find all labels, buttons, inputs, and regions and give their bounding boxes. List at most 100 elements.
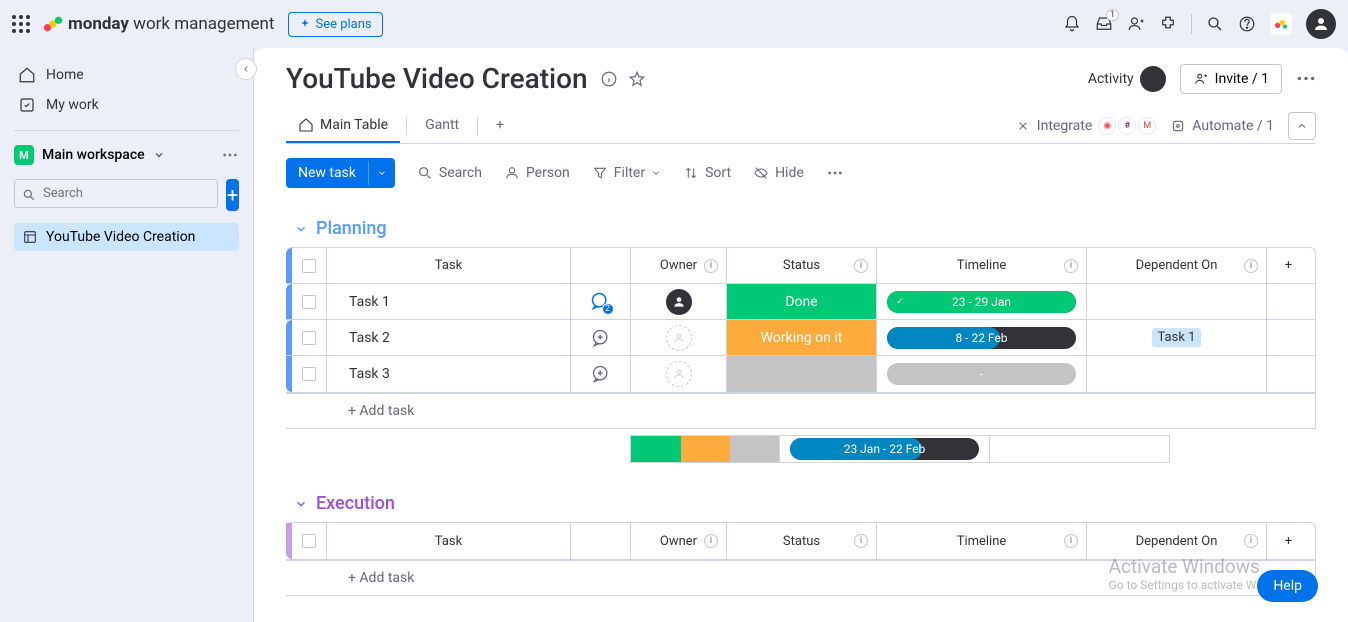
add-conversation-icon[interactable]: [591, 364, 611, 384]
owner-empty[interactable]: [666, 325, 692, 351]
inbox-icon[interactable]: 1: [1095, 15, 1113, 33]
owner-avatar[interactable]: [666, 289, 692, 315]
toolbar-search[interactable]: Search: [417, 165, 482, 181]
info-icon[interactable]: i: [1244, 534, 1258, 548]
integrate-button[interactable]: Integrate ◉#M: [1015, 117, 1157, 135]
row-checkbox[interactable]: [292, 320, 326, 355]
column-task[interactable]: Task: [326, 248, 570, 283]
summary-timeline[interactable]: 23 Jan - 22 Feb: [780, 435, 990, 463]
help-button[interactable]: Help: [1257, 570, 1318, 602]
activity-button[interactable]: Activity: [1088, 66, 1166, 92]
view-tabs: Main Table Gantt + Integrate ◉#M: [286, 109, 1316, 144]
header-checkbox-cell[interactable]: [292, 248, 326, 283]
cell-spacer: [1266, 320, 1310, 355]
owner-empty[interactable]: [666, 361, 692, 387]
toolbar-person[interactable]: Person: [504, 165, 570, 181]
task-name-cell[interactable]: Task 1: [326, 284, 570, 319]
info-icon[interactable]: i: [704, 534, 718, 548]
column-status[interactable]: Statusi: [726, 523, 876, 559]
search-everything-icon[interactable]: [1206, 15, 1224, 33]
apps-menu-icon[interactable]: [12, 15, 30, 33]
toolbar-hide[interactable]: Hide: [753, 165, 804, 181]
status-cell[interactable]: Done: [727, 284, 876, 319]
toolbar-filter[interactable]: Filter: [592, 165, 661, 181]
dependent-cell[interactable]: [1086, 284, 1266, 319]
chevron-down-icon: [153, 149, 165, 161]
star-icon[interactable]: [628, 70, 646, 88]
add-column-button[interactable]: +: [1266, 248, 1310, 283]
add-task-row[interactable]: + Add task: [286, 560, 1316, 596]
info-icon[interactable]: i: [704, 259, 718, 273]
summary-status[interactable]: [630, 435, 780, 463]
info-icon[interactable]: [600, 70, 618, 88]
column-timeline[interactable]: Timelinei: [876, 248, 1086, 283]
more-icon[interactable]: [221, 153, 239, 157]
apps-marketplace-icon[interactable]: [1159, 15, 1177, 33]
new-task-button[interactable]: New task: [286, 158, 395, 188]
add-item-button[interactable]: +: [226, 179, 239, 211]
tab-add[interactable]: +: [484, 109, 516, 143]
toolbar-sort[interactable]: Sort: [683, 165, 731, 181]
board-more-icon[interactable]: [1296, 76, 1316, 81]
workspace-name: Main workspace: [42, 147, 145, 163]
status-cell[interactable]: Working on it: [727, 320, 876, 355]
info-icon[interactable]: i: [1064, 534, 1078, 548]
invite-icon: [1193, 71, 1209, 87]
sidebar-collapse-button[interactable]: [235, 58, 257, 80]
info-icon[interactable]: i: [854, 259, 868, 273]
divider: [14, 130, 239, 131]
column-owner[interactable]: Owneri: [630, 248, 726, 283]
nav-mywork[interactable]: My work: [14, 90, 239, 120]
conversation-icon[interactable]: 2: [590, 291, 612, 313]
toolbar-more[interactable]: [826, 171, 844, 175]
add-conversation-icon[interactable]: [591, 328, 611, 348]
collapse-header-button[interactable]: [1288, 112, 1316, 140]
column-dependent[interactable]: Dependent Oni: [1086, 523, 1266, 559]
table-row[interactable]: Task 3 -: [286, 356, 1315, 392]
new-task-dropdown[interactable]: [368, 161, 395, 185]
task-name-cell[interactable]: Task 3: [326, 356, 570, 392]
row-checkbox[interactable]: [292, 356, 326, 392]
add-task-row[interactable]: + Add task: [286, 393, 1316, 429]
info-icon[interactable]: i: [1244, 259, 1258, 273]
status-cell[interactable]: [727, 356, 876, 392]
dependent-cell[interactable]: Task 1: [1086, 320, 1266, 355]
automate-button[interactable]: Automate / 1: [1170, 118, 1274, 134]
invite-members-icon[interactable]: [1127, 15, 1145, 33]
info-icon[interactable]: i: [1064, 259, 1078, 273]
timeline-cell[interactable]: ✓23 - 29 Jan: [887, 291, 1076, 313]
task-name-cell[interactable]: Task 2: [326, 320, 570, 355]
table-row[interactable]: Task 1 2 Done ✓23 - 29 Jan: [286, 284, 1315, 320]
tab-main-table[interactable]: Main Table: [286, 109, 400, 143]
invite-button[interactable]: Invite / 1: [1180, 64, 1282, 94]
column-dependent[interactable]: Dependent Oni: [1086, 248, 1266, 283]
group-header-planning[interactable]: Planning: [294, 218, 1316, 239]
timeline-cell[interactable]: -: [887, 363, 1076, 385]
timeline-cell[interactable]: 8 - 22 Feb: [887, 327, 1076, 349]
see-plans-button[interactable]: See plans: [288, 12, 382, 37]
info-icon[interactable]: i: [854, 534, 868, 548]
workspace-selector[interactable]: M Main workspace: [14, 141, 239, 169]
tab-gantt[interactable]: Gantt: [413, 109, 471, 143]
product-logo[interactable]: monday work management: [42, 13, 274, 35]
monday-products-icon[interactable]: [1270, 13, 1292, 35]
group-planning: Planning Task Owneri Statusi Timelinei D…: [286, 218, 1316, 463]
sidebar-board-item[interactable]: YouTube Video Creation: [14, 223, 239, 251]
sidebar-search-input[interactable]: [14, 179, 218, 208]
help-icon[interactable]: [1238, 15, 1256, 33]
dependent-cell[interactable]: [1086, 356, 1266, 392]
dependency-tag[interactable]: Task 1: [1152, 328, 1202, 347]
column-status[interactable]: Statusi: [726, 248, 876, 283]
notifications-icon[interactable]: [1063, 15, 1081, 33]
nav-home[interactable]: Home: [14, 60, 239, 90]
user-avatar[interactable]: [1306, 9, 1336, 39]
column-task[interactable]: Task: [326, 523, 570, 559]
table-row[interactable]: Task 2 Working on it 8 - 22 Feb Task 1: [286, 320, 1315, 356]
column-timeline[interactable]: Timelinei: [876, 523, 1086, 559]
board-title[interactable]: YouTube Video Creation: [286, 62, 588, 95]
add-column-button[interactable]: +: [1266, 523, 1310, 559]
column-owner[interactable]: Owneri: [630, 523, 726, 559]
row-checkbox[interactable]: [292, 284, 326, 319]
header-checkbox-cell[interactable]: [292, 523, 326, 559]
group-header-execution[interactable]: Execution: [294, 493, 1316, 514]
